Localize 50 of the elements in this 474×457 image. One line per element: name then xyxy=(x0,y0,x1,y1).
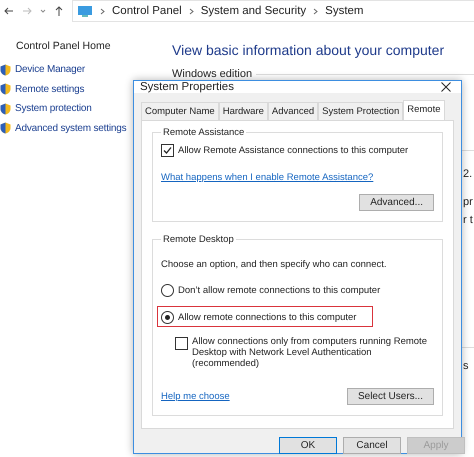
checkbox-label[interactable]: Allow Remote Assistance connections to this computer xyxy=(178,145,408,156)
tab[interactable]: System Protection xyxy=(318,102,404,120)
text-fragment: s xyxy=(463,360,468,372)
back-icon[interactable] xyxy=(4,6,14,16)
tab[interactable]: Computer Name xyxy=(141,102,219,120)
window-title: System Properties xyxy=(140,81,234,93)
up-icon[interactable] xyxy=(54,6,64,16)
group-title: Remote Desktop xyxy=(162,234,235,245)
shield-icon xyxy=(0,64,11,76)
instruction-text: Choose an option, and then specify who can connect. xyxy=(161,259,388,270)
sidebar-link[interactable]: System protection xyxy=(15,103,92,114)
sidebar-link[interactable]: Device Manager xyxy=(15,64,86,76)
group-title: Remote Assistance xyxy=(162,127,246,138)
checkbox[interactable] xyxy=(161,144,174,157)
tab[interactable]: Hardware xyxy=(218,102,268,120)
advanced-button[interactable]: Advanced... xyxy=(359,194,434,211)
shield-icon xyxy=(0,122,11,134)
shield-icon xyxy=(0,102,11,115)
shield-icon xyxy=(0,83,11,96)
chevron-icon xyxy=(188,8,194,14)
text-fragment: r t xyxy=(463,214,473,226)
address-field[interactable]: Control Panel System and Security System xyxy=(72,0,474,22)
radio-label[interactable]: Allow remote connections to this computer xyxy=(178,312,356,323)
radio-button[interactable] xyxy=(161,311,174,324)
tab[interactable]: Remote xyxy=(403,100,445,120)
select-users-button[interactable]: Select Users... xyxy=(346,388,434,405)
sidebar-link[interactable]: Control Panel Home xyxy=(0,40,165,52)
section-title: Windows edition xyxy=(172,68,252,80)
help-link[interactable]: Help me choose xyxy=(161,390,230,402)
chevron-icon xyxy=(100,8,105,14)
breadcrumb[interactable]: Control Panel xyxy=(112,5,182,17)
breadcrumb[interactable]: System xyxy=(325,5,364,17)
chevron-icon[interactable] xyxy=(40,8,46,14)
help-link[interactable]: What happens when I enable Remote Assistance? xyxy=(161,172,374,183)
page-heading: View basic information about your computer xyxy=(172,42,446,58)
radio-button[interactable] xyxy=(161,284,174,297)
checkbox-label[interactable]: Allow connections only from computers running Remote Desktop with Network Level Authentication (recommended) xyxy=(192,337,434,370)
monitor-icon xyxy=(77,4,93,18)
text-fragment: pr xyxy=(463,196,473,208)
sidebar-link[interactable]: Remote settings xyxy=(15,84,84,95)
text-fragment: 2. xyxy=(463,168,472,180)
close-icon[interactable] xyxy=(441,82,451,92)
breadcrumb[interactable]: System and Security xyxy=(200,5,306,17)
radio-label[interactable]: Don’t allow remote connections to this computer xyxy=(178,285,380,296)
dialog-button[interactable]: OK xyxy=(279,436,337,454)
checkbox[interactable] xyxy=(175,337,188,350)
chevron-icon xyxy=(313,8,318,14)
tab[interactable]: Advanced xyxy=(268,102,318,120)
dialog-button[interactable]: Cancel xyxy=(343,436,401,454)
sidebar-link[interactable]: Advanced system settings xyxy=(15,122,126,134)
